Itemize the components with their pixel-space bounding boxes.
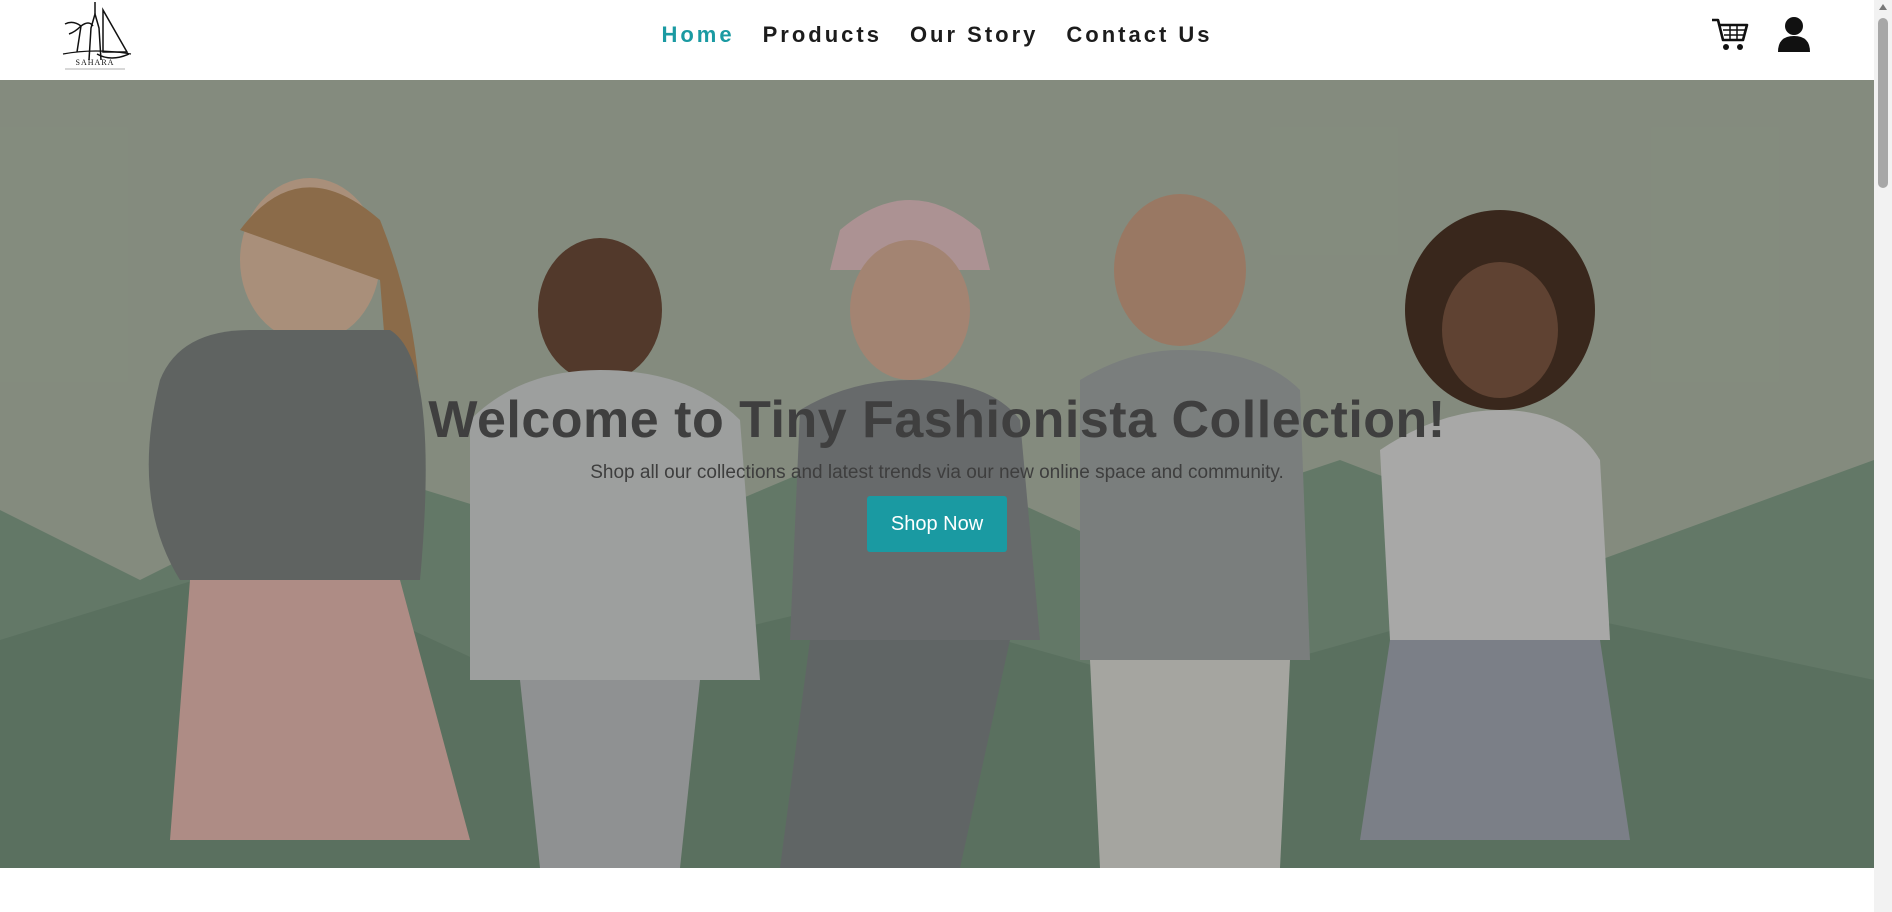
header-icons — [1690, 14, 1814, 54]
cart-icon[interactable] — [1710, 14, 1750, 54]
shop-now-button[interactable]: Shop Now — [866, 496, 1008, 552]
navbar: SAHARA Home Products Our Story Contact U… — [0, 0, 1874, 80]
hero-title: Welcome to Tiny Fashionista Collection! — [428, 391, 1446, 449]
hero-subtitle: Shop all our collections and latest tren… — [590, 462, 1284, 483]
nav-home[interactable]: Home — [661, 22, 734, 48]
hero-banner: Welcome to Tiny Fashionista Collection! … — [0, 80, 1874, 868]
nav-our-story[interactable]: Our Story — [910, 22, 1038, 48]
main-navigation: Home Products Our Story Contact Us — [0, 22, 1874, 48]
scrollbar-thumb[interactable] — [1878, 18, 1888, 188]
nav-contact-us[interactable]: Contact Us — [1066, 22, 1212, 48]
nav-products[interactable]: Products — [763, 22, 882, 48]
page-scrollbar[interactable] — [1874, 0, 1892, 912]
hero-content: Welcome to Tiny Fashionista Collection! … — [0, 390, 1874, 552]
user-icon[interactable] — [1774, 14, 1814, 54]
logo-text: SAHARA — [75, 58, 115, 67]
scroll-up-arrow-icon[interactable] — [1879, 4, 1887, 10]
page: SAHARA Home Products Our Story Contact U… — [0, 0, 1874, 912]
